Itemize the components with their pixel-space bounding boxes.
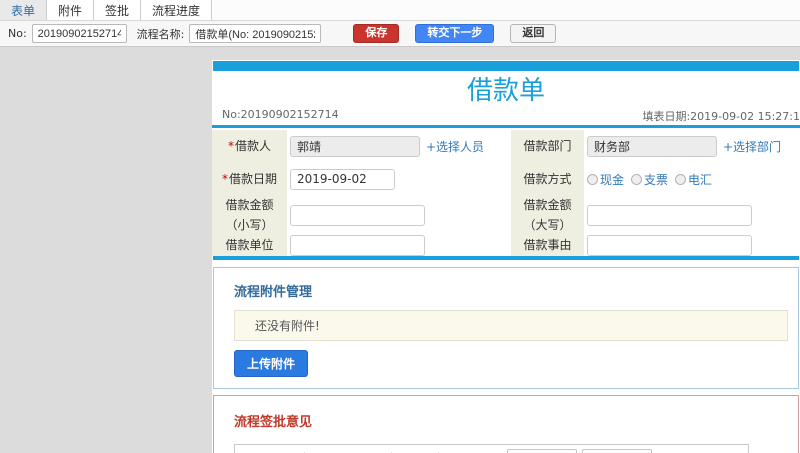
no-input[interactable] [31, 24, 127, 43]
form-row-amounts: 借款金额（小写） 借款金额（大写） [212, 196, 800, 234]
radio-cash[interactable]: 现金 [587, 171, 624, 188]
form-number-text: No:20190902152714 [222, 108, 339, 121]
styles-dropdown[interactable]: 样式 ▾ [507, 449, 577, 453]
borrow-date-label: 借款日期 [228, 171, 277, 186]
department-label-cell: 借款部门 [511, 130, 584, 162]
radio-check-label: 支票 [644, 172, 669, 187]
tab-form[interactable]: 表单 [0, 0, 48, 20]
radio-wire-label: 电汇 [688, 172, 713, 187]
reason-label-cell: 借款事由 [511, 234, 584, 256]
loan-form-table: *借款人 +选择人员 借款部门 +选择部门 *借款日期 借款方式 [212, 130, 800, 256]
form-row-unit-reason: 借款单位 借款事由 [212, 234, 800, 256]
form-meta-row: No:20190902152714 填表日期:2019-09-02 15:27:… [212, 108, 800, 123]
tab-progress[interactable]: 流程进度 [141, 0, 213, 20]
amount-upper-label-cell: 借款金额（大写） [511, 196, 584, 234]
radio-check[interactable]: 支票 [631, 171, 668, 188]
process-name-label: 流程名称: [136, 27, 185, 41]
forward-next-step-button[interactable]: 转交下一步 [415, 24, 495, 43]
form-footer-bar [213, 256, 799, 260]
department-label: 借款部门 [523, 138, 572, 153]
no-label: No: [8, 27, 27, 40]
tab-approval[interactable]: 签批 [94, 0, 142, 20]
radio-wire-circle[interactable] [675, 173, 687, 185]
borrow-method-label: 借款方式 [523, 171, 572, 186]
radio-cash-label: 现金 [600, 172, 625, 187]
required-mark: * [227, 138, 234, 153]
form-divider [212, 125, 800, 128]
upload-attachment-button[interactable]: 上传附件 [234, 350, 309, 377]
approval-heading: 流程签批意见 [234, 415, 313, 430]
amount-upper-input[interactable] [587, 204, 752, 226]
borrower-label: 借款人 [234, 138, 271, 153]
form-row-borrower: *借款人 +选择人员 借款部门 +选择部门 [212, 130, 800, 162]
form-title: 借款单 [466, 76, 545, 106]
format-dropdown[interactable]: 格式 ▾ [582, 449, 652, 453]
tab-form-label: 表单 [11, 3, 36, 18]
toolbar: No: 流程名称: 保存 转交下一步 返回 [0, 21, 800, 47]
borrower-input[interactable] [290, 135, 420, 157]
attachments-section: 流程附件管理 还没有附件! 上传附件 [213, 267, 799, 389]
borrow-date-label-cell: *借款日期 [212, 162, 287, 196]
tab-progress-label: 流程进度 [152, 3, 201, 18]
radio-cash-circle[interactable] [587, 173, 598, 185]
radio-wire[interactable]: 电汇 [675, 171, 712, 188]
tab-attachments-label: 附件 [58, 3, 83, 18]
borrower-label-cell: *借款人 [212, 130, 287, 162]
loan-form-panel: 借款单 No:20190902152714 填表日期:2019-09-02 15… [212, 60, 800, 453]
amount-lower-input[interactable] [290, 204, 425, 226]
tab-bar: 表单 附件 签批 流程进度 [0, 0, 800, 21]
department-input[interactable] [587, 135, 717, 157]
editor-toolbar: B I abc 123 [235, 445, 748, 453]
amount-upper-label: 借款金额（大写） [523, 197, 572, 232]
tab-approval-label: 签批 [105, 3, 130, 18]
borrow-method-label-cell: 借款方式 [511, 162, 584, 196]
unit-label: 借款单位 [225, 237, 274, 252]
reason-label: 借款事由 [523, 237, 572, 252]
approval-section: 流程签批意见 B I abc [213, 395, 799, 453]
save-button[interactable]: 保存 [353, 24, 400, 43]
unit-input[interactable] [290, 234, 425, 256]
select-department-link[interactable]: +选择部门 [723, 138, 781, 155]
form-fill-date-text: 填表日期:2019-09-02 15:27:1 [642, 110, 800, 123]
borrow-date-input[interactable] [290, 168, 395, 190]
reason-input[interactable] [587, 234, 752, 256]
required-mark: * [221, 171, 228, 186]
no-attachments-alert: 还没有附件! [234, 310, 788, 341]
amount-lower-label: 借款金额（小写） [225, 197, 274, 232]
radio-check-circle[interactable] [631, 173, 643, 185]
unit-label-cell: 借款单位 [212, 234, 287, 256]
form-header-bar [213, 61, 799, 71]
form-row-date-method: *借款日期 借款方式 现金 支票 电汇 [212, 162, 800, 196]
tab-attachments[interactable]: 附件 [47, 0, 95, 20]
back-button[interactable]: 返回 [510, 24, 557, 43]
select-person-link[interactable]: +选择人员 [426, 138, 484, 155]
approval-editor: B I abc 123 [234, 444, 749, 453]
process-name-input[interactable] [189, 24, 322, 43]
amount-lower-label-cell: 借款金额（小写） [212, 196, 287, 234]
attachments-heading: 流程附件管理 [234, 285, 313, 300]
borrow-method-radios: 现金 支票 电汇 [587, 171, 719, 188]
